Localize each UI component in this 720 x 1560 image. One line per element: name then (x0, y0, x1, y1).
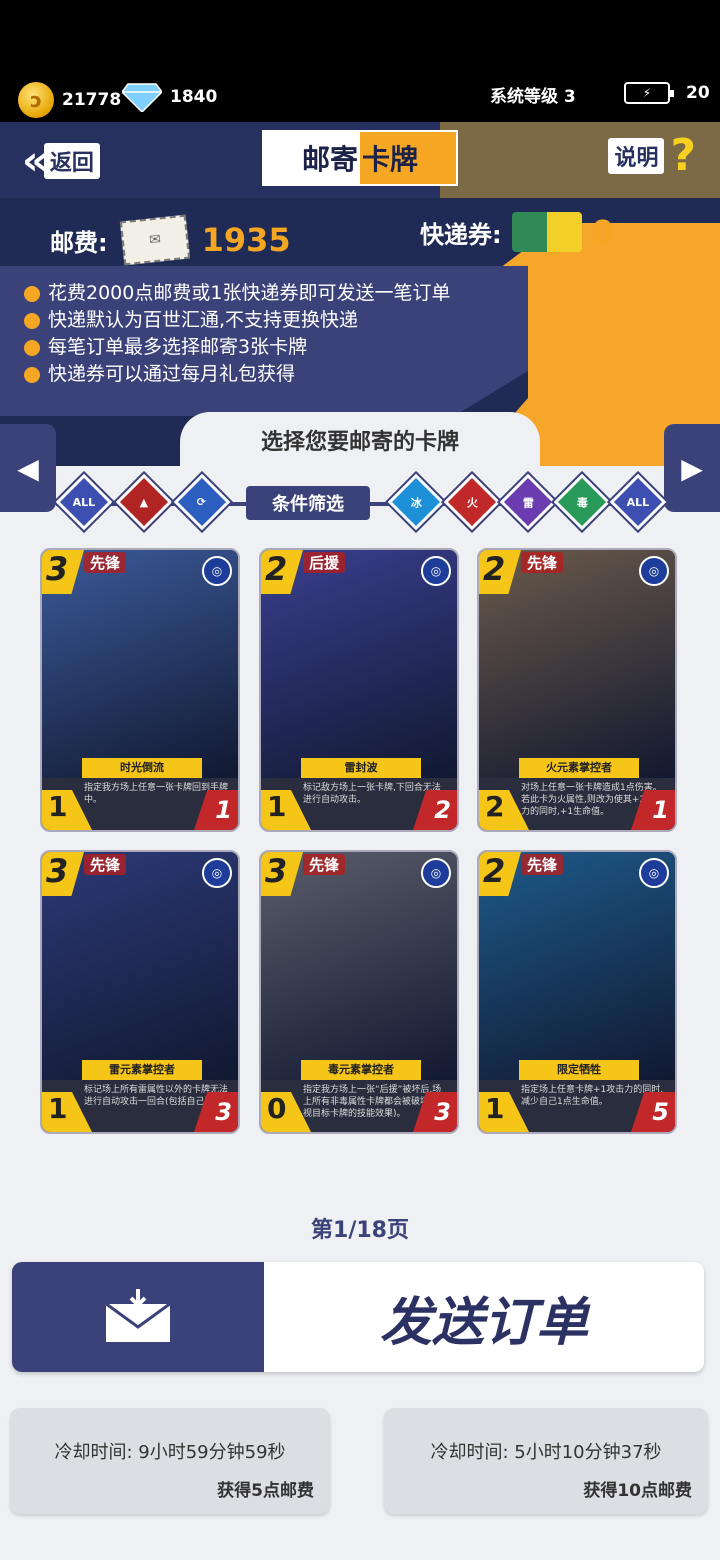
element-icon: ◎ (202, 556, 232, 586)
card-name: 火元素掌控者 (519, 758, 639, 778)
list-item: 快递默认为百世汇通,不支持更换快递 (24, 307, 450, 334)
gem-counter: 1840 (122, 82, 217, 112)
battery-icon: ⚡ (624, 82, 674, 104)
list-item: 花费2000点邮费或1张快递券即可发送一笔订单 (24, 280, 450, 307)
send-order-label: 发送订单 (379, 1292, 588, 1353)
stamp-icon: ✉ (119, 214, 190, 266)
element-icon: ◎ (639, 858, 669, 888)
express-label: 快递券: (420, 220, 502, 249)
card-name: 雷封波 (301, 758, 421, 778)
cooldown-time: 冷却时间: 5小时10分钟37秒 (430, 1442, 662, 1463)
card-item[interactable]: 3 先锋 ◎ 雷元素掌控者 标记场上所有雷属性以外的卡牌无法进行自动攻击一回合(包括自己… (40, 850, 240, 1134)
cooldown-reward: 获得10点邮费 (583, 1481, 692, 1501)
element-icon: ◎ (202, 858, 232, 888)
card-role: 先锋 (303, 854, 346, 875)
page-title: 邮寄 卡牌 (262, 130, 458, 186)
card-item[interactable]: 3 先锋 ◎ 毒元素掌控者 指定我方场上一张“后援”被坏后,场上所有非毒属性卡牌都会被破… (259, 850, 459, 1134)
coin-counter: ↄ 21778 (18, 82, 121, 118)
cooldown-card-1[interactable]: 冷却时间: 9小时59分钟59秒 获得5点邮费 (10, 1408, 330, 1514)
card-name: 毒元素掌控者 (301, 1060, 421, 1080)
double-chevron-left-icon: « (22, 138, 48, 184)
card-item[interactable]: 3 先锋 ◎ 时光倒流 指定我方场上任意一张卡牌回到手牌中。 1 1 (40, 548, 240, 832)
element-icon: ◎ (421, 556, 451, 586)
element-icon: ◎ (421, 858, 451, 888)
card-role: 后援 (303, 552, 346, 573)
coin-value: 21778 (62, 90, 122, 110)
card-role: 先锋 (521, 854, 564, 875)
back-button[interactable]: « 返回 (22, 138, 100, 184)
select-title: 选择您要邮寄的卡牌 (180, 412, 540, 468)
card-name: 时光倒流 (82, 758, 202, 778)
element-icon: ◎ (639, 556, 669, 586)
cooldown-reward: 获得5点邮费 (217, 1481, 314, 1501)
page-title-right: 卡牌 (360, 132, 456, 184)
express-ticket-icon (511, 212, 582, 252)
help-button[interactable]: 说明 ? (608, 130, 696, 181)
postage-label: 邮费: (50, 228, 108, 257)
system-level: 系统等级 3 (490, 87, 576, 107)
help-label: 说明 (608, 138, 665, 174)
card-role: 先锋 (84, 854, 127, 875)
card-name: 限定牺牲 (519, 1060, 639, 1080)
send-order-button[interactable]: 发送订单 (12, 1262, 704, 1372)
next-page-button[interactable]: ▶ (664, 424, 720, 512)
postage-display: 邮费: ✉ 1935 (50, 214, 291, 266)
back-label: 返回 (43, 143, 100, 179)
express-display: 快递券: 0 (420, 212, 614, 252)
pagination: 第1/18页 (311, 1218, 409, 1243)
list-item: 每笔订单最多选择邮寄3张卡牌 (24, 334, 450, 361)
postage-value: 1935 (201, 221, 291, 259)
card-role: 先锋 (84, 552, 127, 573)
chevron-right-icon: ▶ (681, 451, 703, 485)
cooldown-time: 冷却时间: 9小时59分钟59秒 (54, 1442, 286, 1463)
card-name: 雷元素掌控者 (82, 1060, 202, 1080)
cooldown-card-2[interactable]: 冷却时间: 5小时10分钟37秒 获得10点邮费 (384, 1408, 708, 1514)
diamond-icon (122, 83, 162, 112)
coin-icon: ↄ (18, 82, 54, 118)
chevron-left-icon: ◀ (17, 451, 39, 485)
battery: ⚡ 20 (624, 82, 710, 104)
gem-value: 1840 (170, 87, 218, 107)
list-item: 快递券可以通过每月礼包获得 (24, 361, 450, 388)
filter-label: 条件筛选 (246, 486, 370, 520)
prev-page-button[interactable]: ◀ (0, 424, 56, 512)
card-item[interactable]: 2 先锋 ◎ 火元素掌控者 对场上任意一张卡牌造成1点伤害。若此卡为火属性,则改为使其+… (477, 548, 677, 832)
card-item[interactable]: 2 后援 ◎ 雷封波 标记敌方场上一张卡牌,下回合无法进行自动攻击。 1 2 (259, 548, 459, 832)
page-title-left: 邮寄 (264, 132, 360, 184)
envelope-icon (12, 1262, 264, 1372)
card-role: 先锋 (521, 552, 564, 573)
rules-list: 花费2000点邮费或1张快递券即可发送一笔订单 快递默认为百世汇通,不支持更换快… (24, 280, 450, 388)
question-icon: ? (670, 130, 696, 181)
express-value: 0 (591, 213, 614, 251)
card-item[interactable]: 2 先锋 ◎ 限定牺牲 指定场上任意卡牌+1攻击力的同时,减少自己1点生命值。 1 5 (477, 850, 677, 1134)
battery-value: 20 (686, 83, 710, 103)
